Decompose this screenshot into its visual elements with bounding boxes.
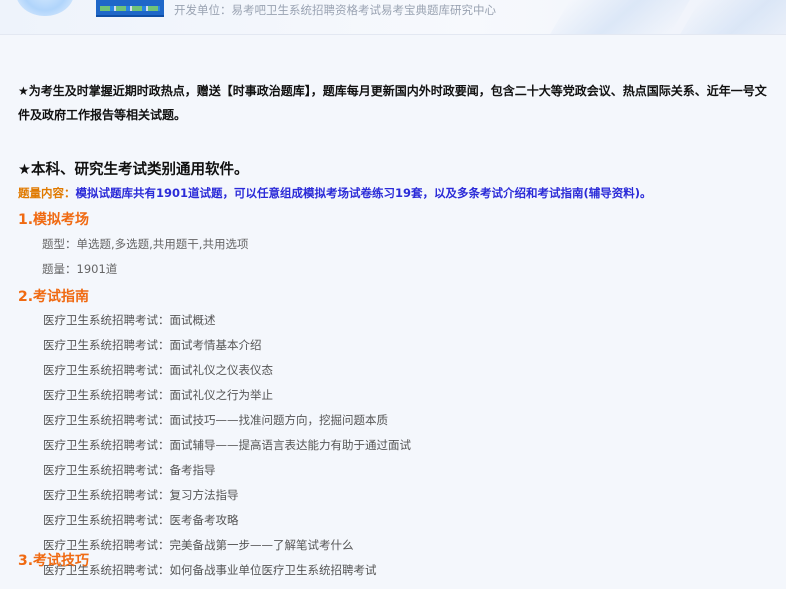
guide-item-label: 医考备考攻略 [169, 513, 239, 527]
guide-item-prefix: 医疗卫生系统招聘考试： [43, 488, 170, 502]
section-title: ★本科、研究生考试类别通用软件。 [18, 162, 249, 178]
guide-item[interactable]: 医疗卫生系统招聘考试：面试礼仪之仪表仪态 [43, 362, 273, 378]
guide-item-label: 面试辅导——提高语言表达能力有助于通过面试 [169, 438, 412, 452]
guide-item-label: 复习方法指导 [169, 488, 239, 502]
guide-item-prefix: 医疗卫生系统招聘考试： [43, 313, 170, 327]
guide-item-prefix: 医疗卫生系统招聘考试： [43, 438, 170, 452]
mock-exam-title: 1.模拟考场 [18, 212, 90, 228]
guide-item[interactable]: 医疗卫生系统招聘考试：面试技巧——找准问题方向，挖掘问题本质 [43, 412, 388, 428]
guide-item[interactable]: 医疗卫生系统招聘考试：完美备战第一步——了解笔试考什么 [43, 537, 354, 553]
guide-item-label: 面试礼仪之行为举止 [169, 388, 274, 402]
summary-label: 题量内容： [18, 186, 76, 200]
guide-item-label: 面试概述 [169, 313, 216, 327]
guide-item-label: 面试考情基本介绍 [169, 338, 262, 352]
guide-item[interactable]: 医疗卫生系统招聘考试：如何备战事业单位医疗卫生系统招聘考试 [43, 562, 377, 578]
guide-item[interactable]: 医疗卫生系统招聘考试：备考指导 [43, 462, 216, 478]
header-decoration [550, 0, 690, 34]
product-description: ★为考生及时掌握近期时政热点，赠送【时事政治题库】，题库每月更新国内外时政要闻，… [0, 34, 786, 589]
guide-item-prefix: 医疗卫生系统招聘考试： [43, 388, 170, 402]
guide-item[interactable]: 医疗卫生系统招聘考试：面试礼仪之行为举止 [43, 387, 273, 403]
header-decoration [680, 0, 786, 34]
product-banner [96, 0, 164, 17]
guide-item-prefix: 医疗卫生系统招聘考试： [43, 463, 170, 477]
guide-item-label: 备考指导 [169, 463, 216, 477]
guide-item-prefix: 医疗卫生系统招聘考试： [43, 513, 170, 527]
question-types: 题型：单选题,多选题,共用题干,共用选项 [42, 237, 249, 251]
guide-item-label: 面试技巧——找准问题方向，挖掘问题本质 [169, 413, 389, 427]
next-section-title: 3.考试技巧 [18, 553, 90, 569]
guide-item[interactable]: 医疗卫生系统招聘考试：面试考情基本介绍 [43, 337, 262, 353]
guide-item-label: 完美备战第一步——了解笔试考什么 [169, 538, 354, 552]
guide-item[interactable]: 医疗卫生系统招聘考试：医考备考攻略 [43, 512, 239, 528]
app-header: 开发单位：易考吧卫生系统招聘资格考试易考宝典题库研究中心 [0, 0, 786, 35]
guide-item-prefix: 医疗卫生系统招聘考试： [43, 413, 170, 427]
guide-item[interactable]: 医疗卫生系统招聘考试：面试概述 [43, 312, 216, 328]
notice-text: ★为考生及时掌握近期时政热点，赠送【时事政治题库】，题库每月更新国内外时政要闻，… [18, 84, 767, 122]
guide-item-label: 面试礼仪之仪表仪态 [169, 363, 274, 377]
guide-item[interactable]: 医疗卫生系统招聘考试：面试辅导——提高语言表达能力有助于通过面试 [43, 437, 411, 453]
exam-guide-title: 2.考试指南 [18, 289, 90, 305]
guide-item-prefix: 医疗卫生系统招聘考试： [43, 363, 170, 377]
summary-text: 模拟试题库共有1901道试题，可以任意组成模拟考场试卷练习19套，以及多条考试介… [75, 186, 652, 200]
content-summary: 题量内容：模拟试题库共有1901道试题，可以任意组成模拟考场试卷练习19套，以及… [18, 185, 652, 201]
developer-info: 开发单位：易考吧卫生系统招聘资格考试易考宝典题库研究中心 [174, 3, 496, 17]
guide-item-prefix: 医疗卫生系统招聘考试： [43, 338, 170, 352]
app-logo [16, 0, 74, 16]
guide-item[interactable]: 医疗卫生系统招聘考试：复习方法指导 [43, 487, 239, 503]
guide-item-label: 如何备战事业单位医疗卫生系统招聘考试 [169, 563, 377, 577]
question-count: 题量：1901道 [42, 262, 118, 276]
